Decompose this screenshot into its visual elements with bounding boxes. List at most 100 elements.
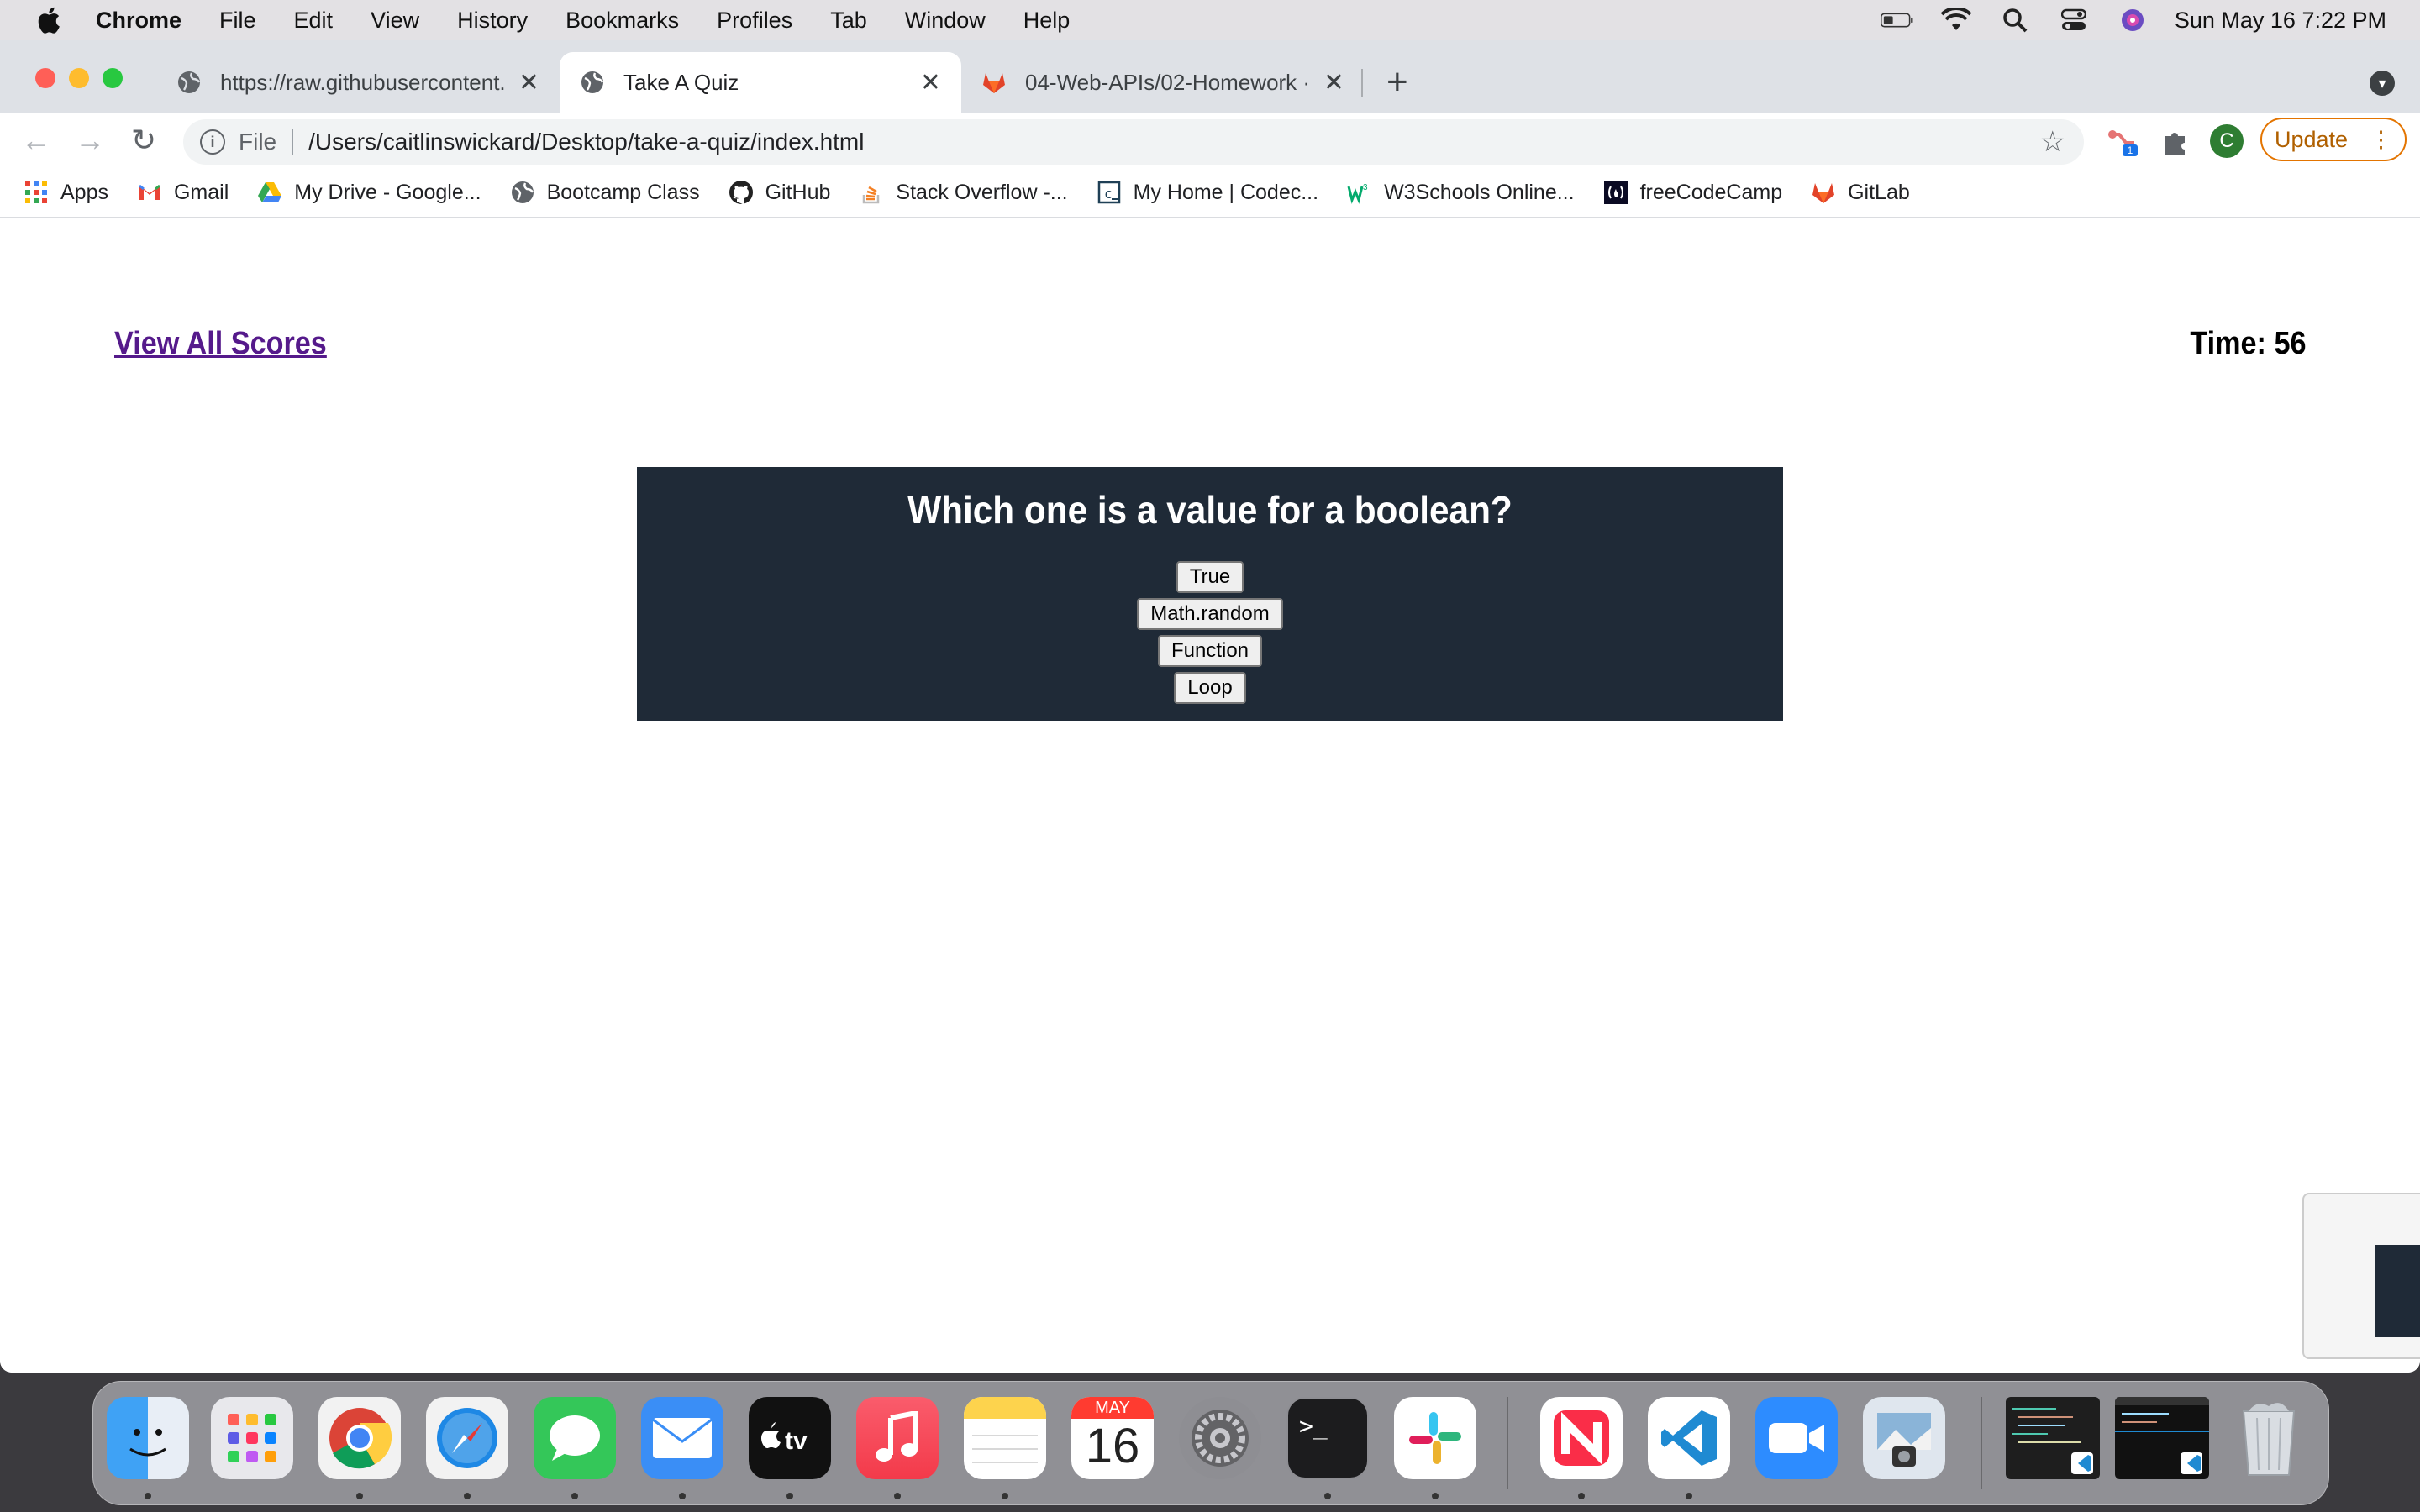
site-info-icon[interactable]: i — [200, 129, 225, 155]
bookmark-gitlab[interactable]: GitLab — [1811, 180, 1910, 205]
bookmark-apps[interactable]: Apps — [24, 180, 108, 205]
mail-icon[interactable] — [641, 1397, 723, 1479]
stackoverflow-icon — [863, 186, 880, 204]
menu-help[interactable]: Help — [1023, 8, 1071, 34]
new-tab-button[interactable]: + — [1386, 62, 1408, 102]
chrome-app-icon[interactable] — [318, 1397, 401, 1479]
macos-dock: tv MAY 16 >_ — [92, 1381, 2329, 1505]
calendar-month: MAY — [1071, 1397, 1154, 1419]
menu-view[interactable]: View — [371, 8, 419, 34]
apple-tv-icon[interactable]: tv — [749, 1397, 831, 1479]
calendar-icon[interactable]: MAY 16 — [1071, 1397, 1154, 1479]
bookmark-label: Stack Overflow -... — [896, 180, 1068, 204]
bookmark-w3schools[interactable]: 3 W3Schools Online... — [1347, 180, 1575, 205]
zoom-icon[interactable] — [1755, 1397, 1838, 1479]
window-minimize-button[interactable] — [69, 68, 89, 88]
profile-avatar[interactable]: C — [2210, 124, 2244, 158]
tab-gitlab-homework[interactable]: 04-Web-APIs/02-Homework · ✕ — [961, 52, 1365, 113]
running-indicator — [1578, 1493, 1585, 1499]
running-indicator — [786, 1493, 793, 1499]
address-url[interactable]: /Users/caitlinswickard/Desktop/take-a-qu… — [308, 129, 864, 155]
notes-icon[interactable] — [964, 1397, 1046, 1479]
tab-close-icon[interactable]: ✕ — [920, 68, 941, 97]
globe-icon — [581, 71, 604, 93]
back-arrow-icon[interactable]: ← — [18, 123, 54, 158]
answer-button-math-random[interactable]: Math.random — [1137, 598, 1283, 630]
bookmark-google-drive[interactable]: My Drive - Google... — [257, 180, 481, 205]
codecademy-icon: c — [1097, 181, 1120, 204]
running-indicator — [464, 1493, 471, 1499]
browser-toolbar: ← → ↻ i File /Users/caitlinswickard/Desk… — [0, 113, 2420, 168]
slack-icon[interactable] — [1394, 1397, 1476, 1479]
minimized-vscode-window-2[interactable] — [2115, 1397, 2209, 1479]
extension-icon[interactable]: 1 — [2106, 124, 2139, 158]
menu-window[interactable]: Window — [905, 8, 986, 34]
tab-separator — [1361, 69, 1363, 97]
menu-file[interactable]: File — [219, 8, 256, 34]
battery-icon[interactable] — [1880, 8, 1914, 32]
macos-menu-bar: Chrome File Edit View History Bookmarks … — [0, 0, 2420, 40]
wifi-icon[interactable] — [1939, 8, 1973, 32]
apple-logo-icon[interactable] — [34, 5, 62, 35]
tab-close-icon[interactable]: ✕ — [1323, 68, 1344, 97]
tab-close-icon[interactable]: ✕ — [518, 68, 539, 97]
trash-icon[interactable] — [2228, 1397, 2310, 1479]
bookmark-label: GitHub — [765, 180, 831, 204]
address-bar[interactable]: i File /Users/caitlinswickard/Desktop/ta… — [183, 119, 2084, 165]
answer-button-loop[interactable]: Loop — [1174, 672, 1246, 704]
menubar-clock[interactable]: Sun May 16 7:22 PM — [2175, 8, 2386, 34]
running-indicator — [679, 1493, 686, 1499]
gitlab-icon — [1812, 183, 1835, 203]
menu-profiles[interactable]: Profiles — [717, 8, 792, 34]
menu-bookmarks[interactable]: Bookmarks — [566, 8, 679, 34]
puzzle-extensions-icon[interactable] — [2158, 124, 2191, 158]
window-close-button[interactable] — [35, 68, 55, 88]
bookmark-star-icon[interactable]: ☆ — [2040, 125, 2065, 159]
vscode-icon[interactable] — [1648, 1397, 1730, 1479]
update-button[interactable]: Update ⋮ — [2260, 118, 2407, 161]
safari-icon[interactable] — [426, 1397, 508, 1479]
bookmark-label: My Home | Codec... — [1133, 180, 1319, 204]
view-all-scores-link[interactable]: View All Scores — [114, 326, 327, 362]
menu-chrome[interactable]: Chrome — [96, 8, 182, 34]
tab-title: https://raw.githubusercontent.c — [220, 69, 505, 95]
quiz-timer: Time: 56 — [2189, 326, 2306, 361]
minimized-vscode-window-1[interactable] — [2006, 1397, 2100, 1479]
bookmark-stack-overflow[interactable]: Stack Overflow -... — [859, 180, 1068, 205]
siri-icon[interactable] — [2116, 8, 2149, 32]
tab-search-chevron-icon[interactable]: ▾ — [2370, 71, 2395, 96]
menu-tab[interactable]: Tab — [830, 8, 867, 34]
running-indicator — [356, 1493, 363, 1499]
bookmark-label: Apps — [60, 180, 108, 204]
spotlight-search-icon[interactable] — [1998, 8, 2032, 33]
bookmark-gmail[interactable]: Gmail — [137, 180, 229, 205]
tab-raw-githubusercontent[interactable]: https://raw.githubusercontent.c ✕ — [156, 52, 560, 113]
answer-button-true[interactable]: True — [1176, 561, 1244, 593]
news-icon[interactable] — [1540, 1397, 1623, 1479]
forward-arrow-icon[interactable]: → — [72, 123, 108, 158]
running-indicator — [894, 1493, 901, 1499]
bookmark-freecodecamp[interactable]: freeCodeCamp — [1603, 180, 1782, 205]
menu-edit[interactable]: Edit — [294, 8, 334, 34]
control-center-icon[interactable] — [2057, 8, 2091, 32]
launchpad-icon[interactable] — [211, 1397, 293, 1479]
screenshot-thumbnail-preview[interactable] — [2302, 1193, 2420, 1359]
tab-take-a-quiz[interactable]: Take A Quiz ✕ — [560, 52, 961, 113]
system-preferences-icon[interactable] — [1179, 1397, 1261, 1479]
svg-text:>_: >_ — [1299, 1412, 1328, 1441]
messages-icon[interactable] — [534, 1397, 616, 1479]
menubar-status-area: Sun May 16 7:22 PM — [1880, 0, 2386, 40]
bookmark-codecademy[interactable]: c My Home | Codec... — [1097, 180, 1318, 205]
bookmark-bootcamp-class[interactable]: Bootcamp Class — [510, 180, 700, 205]
bookmark-github[interactable]: GitHub — [729, 180, 831, 205]
terminal-icon[interactable]: >_ — [1286, 1397, 1369, 1479]
music-icon[interactable] — [856, 1397, 939, 1479]
window-zoom-button[interactable] — [103, 68, 123, 88]
running-indicator — [1686, 1493, 1692, 1499]
finder-icon[interactable] — [107, 1397, 189, 1479]
menu-history[interactable]: History — [457, 8, 528, 34]
reload-icon[interactable]: ↻ — [126, 123, 161, 158]
preview-icon[interactable] — [1863, 1397, 1945, 1479]
answer-button-function[interactable]: Function — [1157, 635, 1263, 667]
more-vertical-icon[interactable]: ⋮ — [2370, 127, 2392, 153]
